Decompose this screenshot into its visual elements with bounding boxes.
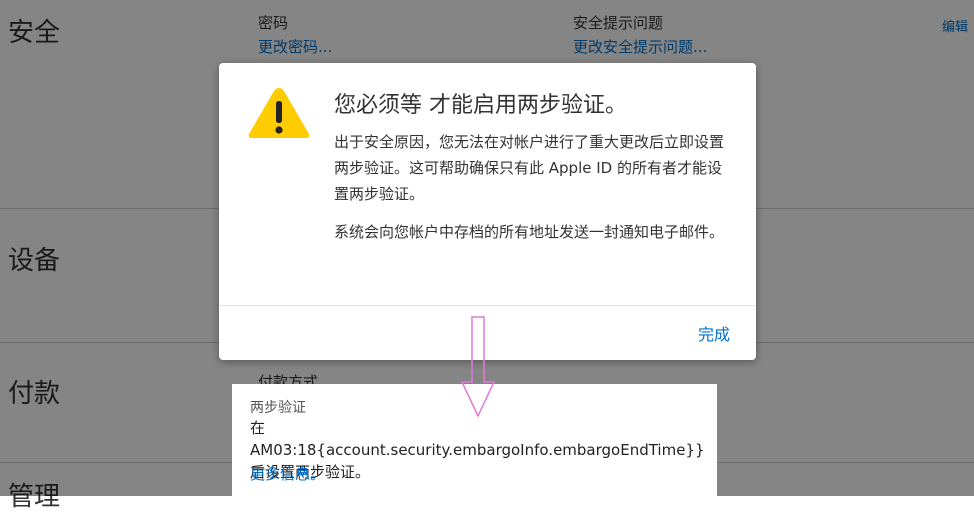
warning-icon [248, 88, 310, 138]
two-step-label: 两步验证 [250, 400, 306, 416]
done-button[interactable]: 完成 [698, 321, 730, 345]
annotation-arrow-icon [460, 316, 496, 418]
more-info-link[interactable]: 更多信息。 [250, 463, 325, 484]
dialog-paragraph: 出于安全原因，您无法在对帐户进行了重大更改后立即设置两步验证。这可帮助确保只有此… [334, 133, 725, 203]
dialog-body: 出于安全原因，您无法在对帐户进行了重大更改后立即设置两步验证。这可帮助确保只有此… [334, 129, 724, 257]
dialog-title: 您必须等 才能启用两步验证。 [334, 93, 627, 118]
dialog-paragraph: 系统会向您帐户中存档的所有地址发送一封通知电子邮件。 [334, 223, 725, 241]
dialog-separator [219, 305, 756, 306]
